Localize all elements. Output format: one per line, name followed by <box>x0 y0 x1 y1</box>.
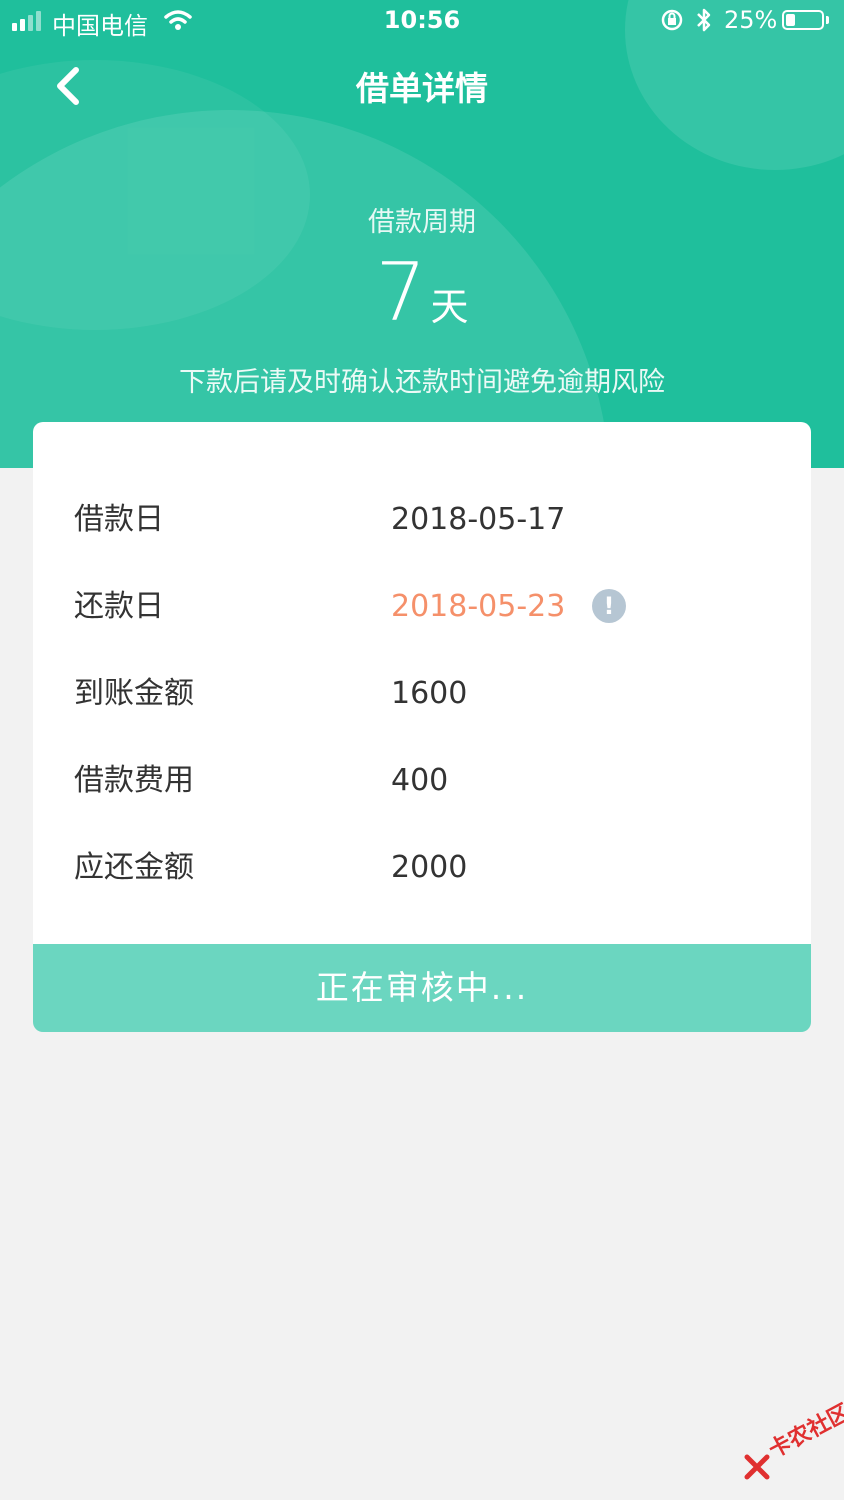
period-value: 7天 <box>0 246 844 339</box>
period-label: 借款周期 <box>368 207 476 238</box>
detail-row-received-amount: 到账金额 1600 <box>33 664 811 724</box>
detail-value: 1600 <box>391 676 468 711</box>
detail-label: 借款日 <box>74 502 164 537</box>
battery-icon <box>782 10 824 30</box>
detail-row-repay-amount: 应还金额 2000 <box>33 838 811 898</box>
detail-value: 2000 <box>391 850 468 885</box>
detail-row-loan-date: 借款日 2018-05-17 <box>33 490 811 550</box>
watermark-logo: 卡农社区 <box>740 1400 844 1490</box>
battery-percent: 25% <box>724 6 778 34</box>
header-banner: 中国电信 10:56 25% 借单详情 借款周期 7天 下款后请及时确认还款时间… <box>0 0 844 468</box>
loan-detail-card: 借款日 2018-05-17 还款日 2018-05-23 ! 到账金额 160… <box>33 422 811 982</box>
period-hint: 下款后请及时确认还款时间避免逾期风险 <box>179 367 665 398</box>
watermark-icon <box>744 1454 770 1480</box>
clock: 10:56 <box>383 6 461 34</box>
detail-value: 400 <box>391 763 449 798</box>
detail-row-repay-date: 还款日 2018-05-23 ! <box>33 577 811 637</box>
detail-label: 借款费用 <box>74 763 194 798</box>
battery-tip <box>826 16 829 24</box>
detail-label: 还款日 <box>74 589 164 624</box>
period-unit: 天 <box>430 285 469 329</box>
page-title: 借单详情 <box>356 69 488 108</box>
detail-value-highlight: 2018-05-23 <box>391 589 566 624</box>
rotation-lock-icon <box>661 9 683 31</box>
bluetooth-icon <box>697 8 711 32</box>
status-bar: 中国电信 10:56 25% <box>0 0 844 44</box>
detail-value: 2018-05-17 <box>391 502 566 537</box>
detail-label: 应还金额 <box>74 850 194 885</box>
detail-label: 到账金额 <box>74 676 194 711</box>
review-status-button[interactable]: 正在审核中... <box>33 944 811 1032</box>
info-icon[interactable]: ! <box>592 589 626 623</box>
watermark-text: 卡农社区 <box>764 1399 844 1464</box>
detail-row-loan-fee: 借款费用 400 <box>33 751 811 811</box>
period-number: 7 <box>375 246 427 339</box>
battery-fill <box>786 14 795 26</box>
